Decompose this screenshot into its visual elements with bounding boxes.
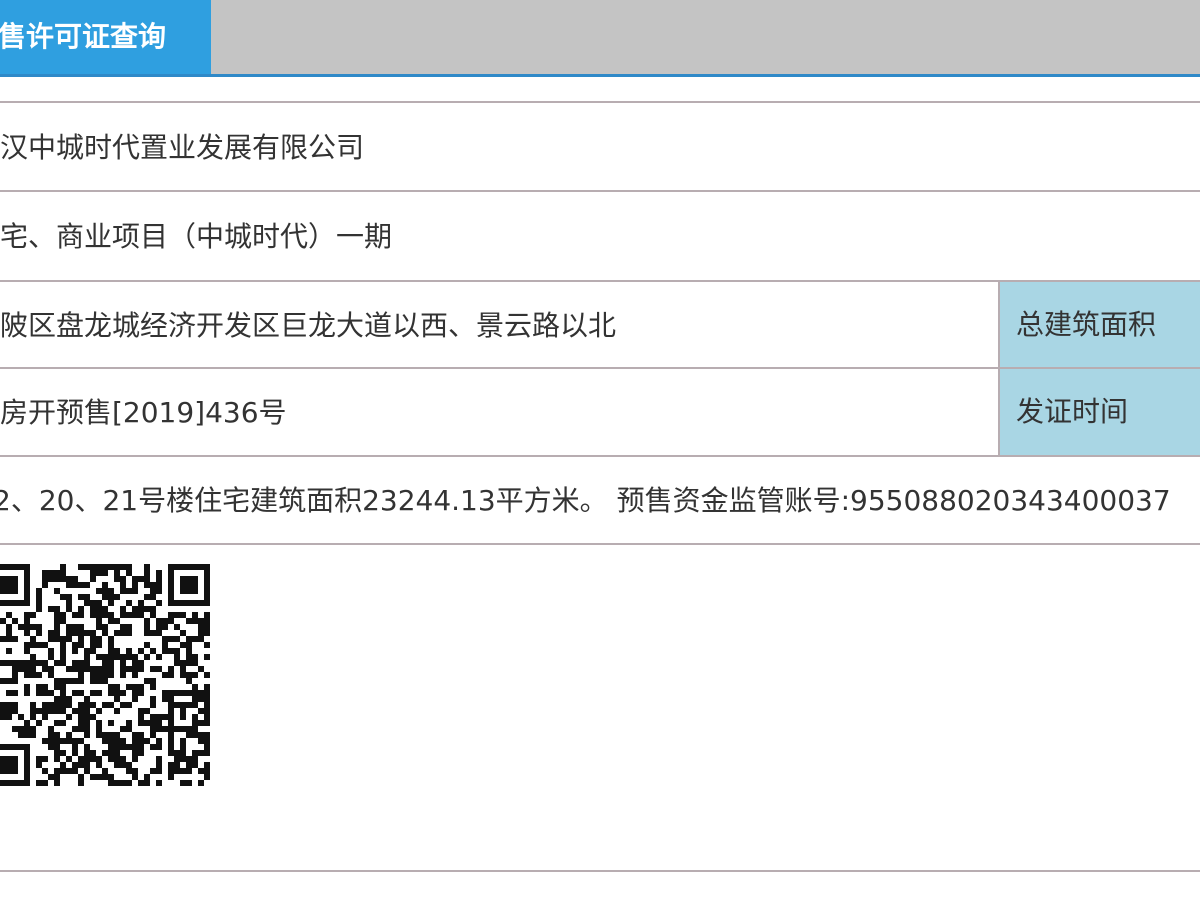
- total-area-label: 总建筑面积: [998, 282, 1200, 368]
- row-divider: [0, 455, 1200, 457]
- project-name-value: 宅、商业项目（中城时代）一期: [0, 220, 393, 253]
- row-divider: [0, 101, 1200, 103]
- tab-underline: [0, 74, 1200, 77]
- issue-date-label: 发证时间: [998, 369, 1200, 455]
- developer-value: 汉中城时代置业发展有限公司: [0, 131, 365, 164]
- row-divider: [0, 190, 1200, 192]
- description-value: 2、20、21号楼住宅建筑面积23244.13平方米。 预售资金监管账号:955…: [0, 484, 1171, 517]
- row-divider: [0, 543, 1200, 545]
- tab-presale-permit-query[interactable]: 售许可证查询: [0, 0, 211, 74]
- row-divider: [0, 870, 1200, 872]
- location-value: 陂区盘龙城经济开发区巨龙大道以西、景云路以北: [0, 309, 617, 342]
- presale-permit-page: 售许可证查询 汉中城时代置业发展有限公司 宅、商业项目（中城时代）一期 陂区盘龙…: [0, 0, 1200, 900]
- permit-number-value: 房开预售[2019]436号: [0, 396, 287, 429]
- tab-bar: 售许可证查询: [0, 0, 1200, 74]
- qr-code-icon: [0, 564, 210, 786]
